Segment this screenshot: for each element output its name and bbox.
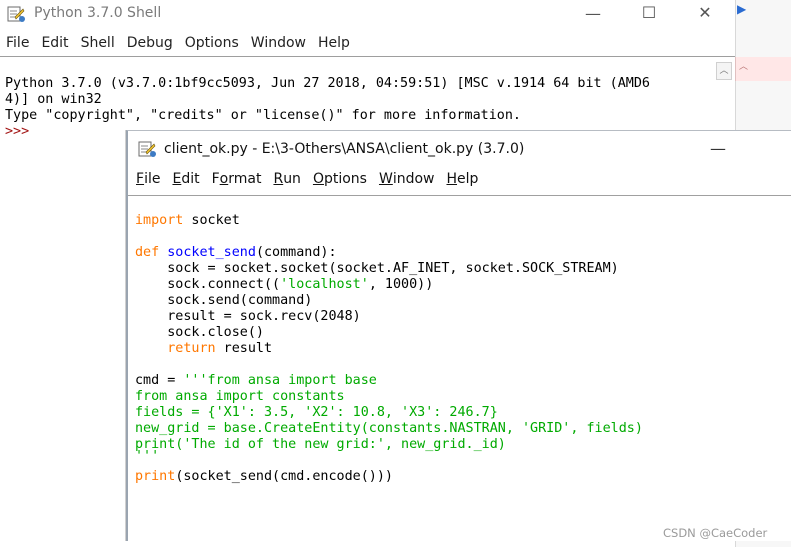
menu-mnemonic: o xyxy=(219,171,229,187)
code-line: fields = {'X1': 3.5, 'X2': 10.8, 'X3': 2… xyxy=(135,405,498,420)
editor-menu-format[interactable]: Format xyxy=(212,171,262,187)
shell-banner-line: 4)] on win32 xyxy=(5,92,102,107)
menu-label: ile xyxy=(144,171,161,187)
menu-label: un xyxy=(283,171,301,187)
keyword: def xyxy=(135,245,160,260)
keyword: return xyxy=(135,341,216,356)
function-name: socket_send xyxy=(167,245,256,260)
shell-banner-line: Type "copyright", "credits" or "license(… xyxy=(5,108,521,123)
editor-menu-file[interactable]: File xyxy=(136,171,160,187)
menu-help[interactable]: Help xyxy=(318,35,350,51)
editor-menu-options[interactable]: Options xyxy=(313,171,367,187)
shell-banner-line: Python 3.7.0 (v3.7.0:1bf9cc5093, Jun 27 … xyxy=(5,76,650,91)
keyword: print xyxy=(135,469,176,484)
code-line: sock.send(command) xyxy=(135,293,313,308)
scroll-up-arrow-icon[interactable]: ︿ xyxy=(716,62,732,80)
menu-mnemonic: H xyxy=(446,171,458,187)
menu-label: F xyxy=(211,171,220,187)
editor-minimize-button[interactable]: — xyxy=(710,139,726,158)
code-line: from ansa import constants xyxy=(135,389,345,404)
background-editor-strip: ︿ xyxy=(735,57,791,81)
code-text: cmd = xyxy=(135,373,184,388)
python-idle-icon xyxy=(7,5,25,23)
code-line: result = sock.recv(2048) xyxy=(135,309,361,324)
scroll-up-arrow-icon: ︿ xyxy=(739,62,749,72)
code-line: ''' xyxy=(135,449,160,464)
menu-options[interactable]: Options xyxy=(185,35,239,51)
maximize-button[interactable]: ☐ xyxy=(634,3,664,22)
editor-menu-help[interactable]: Help xyxy=(446,171,478,187)
editor-menubar: File Edit Format Run Options Window Help xyxy=(136,171,478,195)
menu-mnemonic: R xyxy=(273,171,284,187)
play-icon: ▶ xyxy=(737,2,747,16)
menu-edit[interactable]: Edit xyxy=(41,35,68,51)
watermark: CSDN @CaeCoder xyxy=(663,526,768,540)
code-line: cmd = '''from ansa import base xyxy=(135,373,643,389)
menu-label: elp xyxy=(457,171,479,187)
editor-title: client_ok.py - E:\3-Others\ANSA\client_o… xyxy=(164,141,525,157)
editor-menu-edit[interactable]: Edit xyxy=(172,171,199,187)
code-text: socket xyxy=(183,213,240,228)
shell-menubar: File Edit Shell Debug Options Window Help xyxy=(6,35,350,61)
editor-window: client_ok.py - E:\3-Others\ANSA\client_o… xyxy=(126,130,791,541)
menu-label: indow xyxy=(392,171,435,187)
shell-text-border xyxy=(0,56,735,57)
shell-title: Python 3.7.0 Shell xyxy=(34,5,162,21)
code-line: sock.connect(('localhost', 1000)) xyxy=(135,277,643,293)
code-text: sock.connect(( xyxy=(135,277,281,292)
menu-mnemonic: F xyxy=(136,171,145,187)
close-button[interactable]: ✕ xyxy=(690,3,720,22)
code-text: (socket_send(cmd.encode())) xyxy=(175,469,393,484)
code-line: def socket_send(command): xyxy=(135,245,643,261)
menu-debug[interactable]: Debug xyxy=(127,35,173,51)
editor-menu-run[interactable]: Run xyxy=(273,171,300,187)
code-line: new_grid = base.CreateEntity(constants.N… xyxy=(135,421,643,436)
code-line: sock = socket.socket(socket.AF_INET, soc… xyxy=(135,261,619,276)
editor-text-border xyxy=(128,195,791,196)
code-line: import socket xyxy=(135,213,643,229)
menu-mnemonic: O xyxy=(312,171,324,187)
code-text: result xyxy=(215,341,273,356)
keyword: import xyxy=(135,213,184,228)
menu-mnemonic: W xyxy=(378,171,393,187)
menu-shell[interactable]: Shell xyxy=(81,35,115,51)
string-literal: 'localhost' xyxy=(280,277,369,292)
menu-label: ptions xyxy=(323,171,367,187)
code-line: sock.close() xyxy=(135,325,264,340)
code-line: return result xyxy=(135,341,643,357)
menu-label: dit xyxy=(181,171,200,187)
shell-titlebar: Python 3.7.0 Shell — ☐ ✕ xyxy=(0,0,735,29)
minimize-button[interactable]: — xyxy=(578,4,608,23)
menu-file[interactable]: File xyxy=(6,35,29,51)
code-text: , 1000)) xyxy=(368,277,434,292)
menu-window[interactable]: Window xyxy=(251,35,306,51)
code-line: print('The id of the new grid:', new_gri… xyxy=(135,437,506,452)
code-text: (command): xyxy=(255,245,337,260)
python-file-icon xyxy=(138,140,156,158)
editor-menu-window[interactable]: Window xyxy=(379,171,435,187)
string-literal: '''from ansa import base xyxy=(183,373,377,388)
menu-mnemonic: E xyxy=(172,171,182,187)
menu-label: rmat xyxy=(228,171,262,187)
editor-code-area[interactable]: import socket def socket_send(command): … xyxy=(135,197,643,517)
code-line: print(socket_send(cmd.encode())) xyxy=(135,469,643,485)
